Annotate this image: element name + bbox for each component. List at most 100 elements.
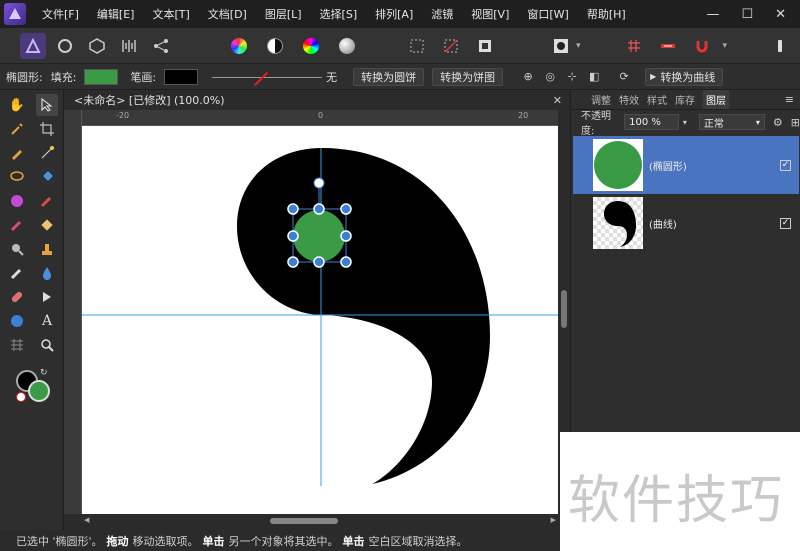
assistant-icon[interactable] bbox=[767, 33, 793, 59]
affinity-designer-logo-icon[interactable] bbox=[4, 3, 26, 25]
marquee-selection-icon[interactable] bbox=[404, 33, 430, 59]
layer-row-curve[interactable]: (曲线) ✓ bbox=[573, 194, 799, 252]
invert-selection-icon[interactable] bbox=[472, 33, 498, 59]
fill-color-swatch[interactable] bbox=[84, 68, 119, 85]
lasso-tool-icon[interactable] bbox=[6, 166, 28, 188]
eyedropper-tool-icon[interactable] bbox=[6, 118, 28, 140]
zoom-tool-icon[interactable] bbox=[36, 334, 58, 356]
artboard[interactable] bbox=[82, 126, 558, 514]
curve-shape[interactable] bbox=[237, 148, 490, 484]
close-document-icon[interactable]: ✕ bbox=[553, 94, 562, 107]
ellipse-shape[interactable] bbox=[293, 210, 345, 262]
toggle-pressure-icon[interactable] bbox=[116, 33, 142, 59]
hand-tool-icon[interactable]: ✋ bbox=[6, 94, 28, 116]
blend-mode-select[interactable]: 正常 ▾ bbox=[698, 114, 765, 130]
export-persona-icon[interactable] bbox=[84, 33, 110, 59]
handle-right[interactable] bbox=[340, 230, 352, 242]
brush-tool-icon[interactable] bbox=[36, 190, 58, 212]
snapping-dropdown-icon[interactable]: ▾ bbox=[723, 41, 728, 51]
gradient-icon[interactable] bbox=[334, 33, 360, 59]
menu-layer[interactable]: 图层[L] bbox=[265, 6, 302, 22]
scroll-left-icon[interactable]: ◀ bbox=[84, 516, 89, 524]
opacity-input[interactable]: 100 % bbox=[624, 114, 679, 130]
layer-settings-icon[interactable]: ⚙ bbox=[773, 116, 783, 129]
ellipse-tool-icon[interactable] bbox=[6, 310, 28, 332]
minimize-icon[interactable]: — bbox=[706, 7, 719, 22]
convert-to-ellipse-button[interactable]: 转换为圆饼 bbox=[353, 67, 425, 86]
swap-colors-icon[interactable]: ↻ bbox=[40, 368, 48, 378]
move-tool-icon[interactable] bbox=[36, 94, 58, 116]
tab-styles[interactable]: 样式 bbox=[647, 92, 667, 107]
tab-adjustments[interactable]: 调整 bbox=[591, 92, 611, 107]
tab-stock[interactable]: 库存 bbox=[675, 92, 695, 107]
menu-help[interactable]: 帮助[H] bbox=[587, 6, 626, 22]
horizontal-scroll-thumb[interactable] bbox=[270, 518, 338, 524]
shape-tool-icon[interactable] bbox=[36, 286, 58, 308]
menu-file[interactable]: 文件[F] bbox=[42, 6, 79, 22]
crop-tool-icon[interactable] bbox=[36, 118, 58, 140]
hue-icon[interactable] bbox=[298, 33, 324, 59]
node-tool-icon[interactable] bbox=[36, 142, 58, 164]
fill-tool-icon[interactable] bbox=[36, 166, 58, 188]
handle-top-right[interactable] bbox=[340, 203, 352, 215]
menu-arrange[interactable]: 排列[A] bbox=[375, 6, 413, 22]
no-color-icon[interactable] bbox=[16, 392, 26, 402]
smudge-tool-icon[interactable] bbox=[6, 262, 28, 284]
healing-tool-icon[interactable] bbox=[6, 286, 28, 308]
snapping-options-icon[interactable] bbox=[655, 33, 681, 59]
pen-tool-icon[interactable] bbox=[6, 142, 28, 164]
menu-edit[interactable]: 编辑[E] bbox=[97, 6, 135, 22]
rotation-icon[interactable]: ◧ bbox=[583, 68, 605, 86]
layer-visibility-checkbox-curve[interactable]: ✓ bbox=[780, 217, 791, 229]
quick-mask-dropdown-icon[interactable]: ▾ bbox=[576, 41, 581, 51]
menu-window[interactable]: 窗口[W] bbox=[527, 6, 568, 22]
handle-bottom[interactable] bbox=[313, 256, 325, 268]
zoom-brush-tool-icon[interactable] bbox=[6, 238, 28, 260]
handle-top[interactable] bbox=[313, 203, 325, 215]
snapping-magnet-icon[interactable] bbox=[689, 33, 715, 59]
close-icon[interactable]: ✕ bbox=[775, 7, 786, 22]
menu-select[interactable]: 选择[S] bbox=[320, 6, 358, 22]
menu-view[interactable]: 视图[V] bbox=[471, 6, 509, 22]
text-tool-icon[interactable]: A bbox=[36, 310, 58, 332]
layer-row-ellipse[interactable]: (椭圆形) ✓ bbox=[573, 136, 799, 194]
flip-icon[interactable]: ⟳ bbox=[613, 68, 635, 86]
handle-bottom-right[interactable] bbox=[340, 256, 352, 268]
vertical-scroll-thumb[interactable] bbox=[561, 290, 567, 328]
share-icon[interactable] bbox=[148, 33, 174, 59]
tab-layers[interactable]: 图层 bbox=[703, 90, 729, 109]
show-bounding-box-icon[interactable]: ◎ bbox=[539, 68, 561, 86]
paint-brush-tool-icon[interactable] bbox=[6, 214, 28, 236]
stroke-width-slider[interactable] bbox=[212, 70, 323, 84]
tab-effects[interactable]: 特效 bbox=[619, 92, 639, 107]
opacity-dropdown-icon[interactable]: ▾ bbox=[683, 118, 687, 127]
blur-tool-icon[interactable] bbox=[36, 262, 58, 284]
convert-to-pie-button[interactable]: 转换为饼图 bbox=[432, 67, 504, 86]
quick-mask-icon[interactable] bbox=[548, 33, 574, 59]
menu-document[interactable]: 文档[D] bbox=[208, 6, 247, 22]
document-tab[interactable]: <未命名> [已修改] (100.0%) ✕ bbox=[64, 90, 570, 110]
black-white-icon[interactable] bbox=[262, 33, 288, 59]
panel-menu-icon[interactable]: ≡ bbox=[785, 93, 794, 106]
erase-tool-icon[interactable] bbox=[36, 214, 58, 236]
stroke-color-swatch[interactable] bbox=[164, 68, 199, 85]
handle-left[interactable] bbox=[287, 230, 299, 242]
color-picker-tool-icon[interactable] bbox=[6, 190, 28, 212]
handle-top-left[interactable] bbox=[287, 203, 299, 215]
transform-center-icon[interactable]: ⊹ bbox=[561, 68, 583, 86]
designer-persona-icon[interactable] bbox=[20, 32, 46, 59]
menu-filters[interactable]: 滤镜 bbox=[431, 6, 453, 22]
menu-text[interactable]: 文本[T] bbox=[152, 6, 189, 22]
horizontal-ruler[interactable]: -20 0 20 bbox=[82, 110, 558, 126]
convert-to-curves-button[interactable]: ▶ 转换为曲线 bbox=[645, 67, 724, 86]
vertical-ruler[interactable] bbox=[64, 110, 82, 514]
secondary-color-swatch[interactable] bbox=[28, 380, 50, 402]
pixel-persona-icon[interactable] bbox=[52, 33, 78, 59]
rotation-handle[interactable] bbox=[313, 177, 325, 189]
layer-visibility-checkbox-ellipse[interactable]: ✓ bbox=[780, 159, 791, 171]
maximize-icon[interactable]: ☐ bbox=[741, 7, 753, 22]
stamp-tool-icon[interactable] bbox=[36, 238, 58, 260]
snapping-grid-icon[interactable] bbox=[621, 33, 647, 59]
mesh-tool-icon[interactable] bbox=[6, 334, 28, 356]
layer-blend-options-icon[interactable]: ⊞ bbox=[791, 116, 800, 129]
